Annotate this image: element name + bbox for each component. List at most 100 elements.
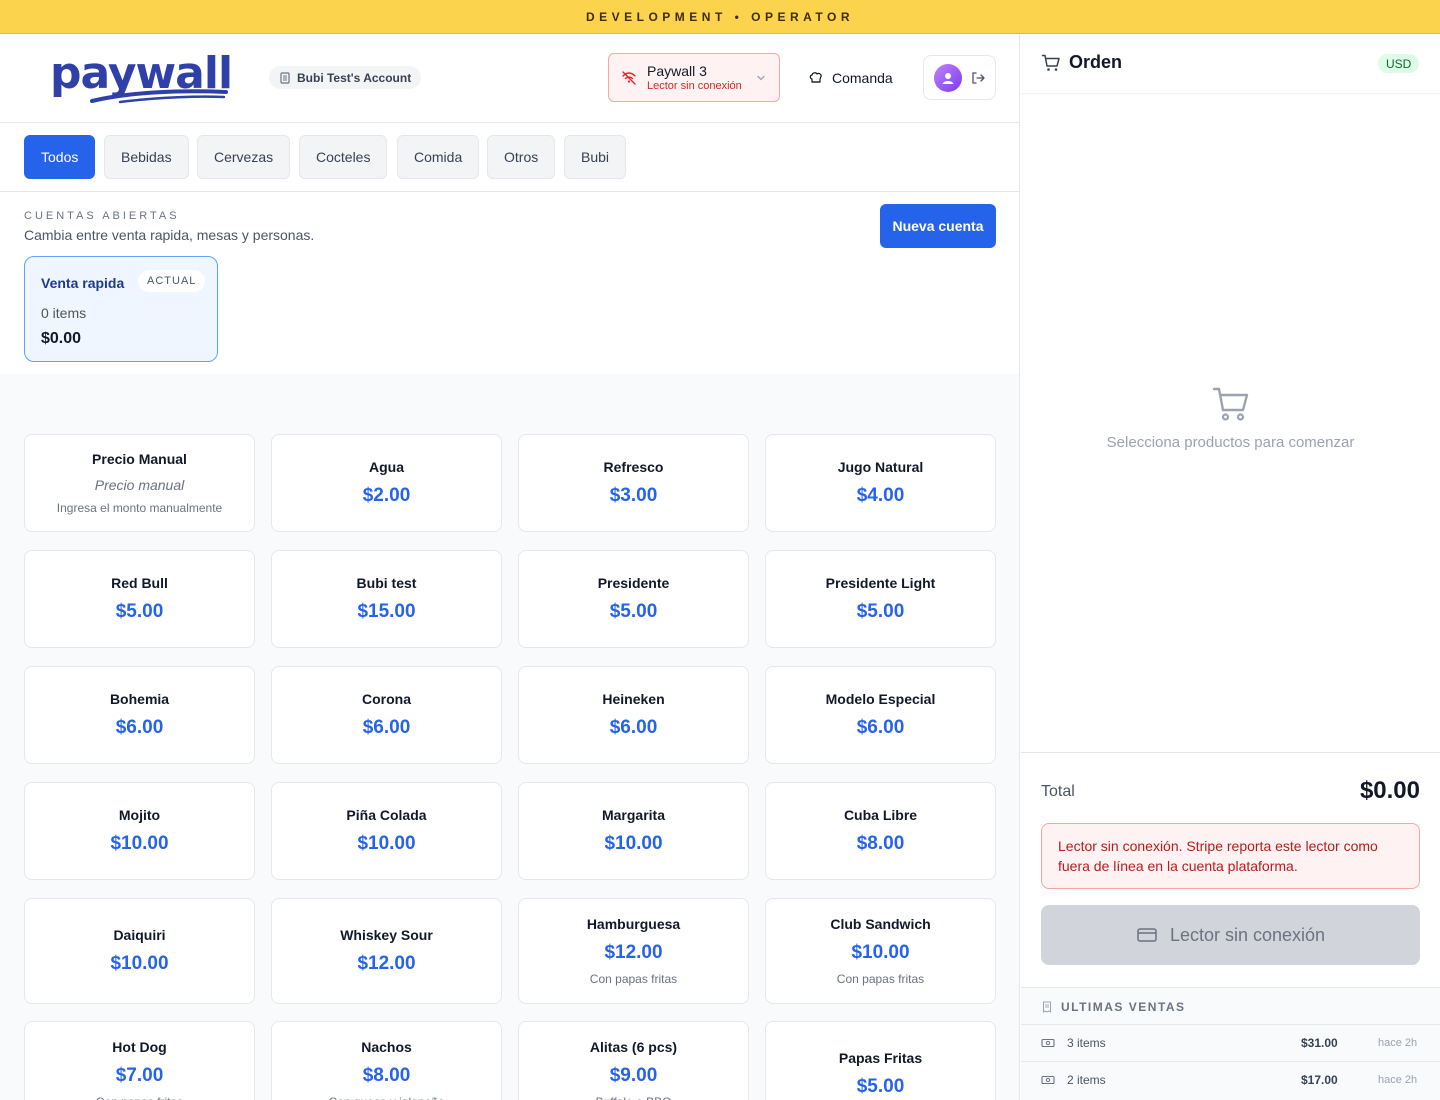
comanda-button[interactable]: Comanda [808, 67, 893, 89]
product-name: Papas Fritas [838, 1050, 923, 1066]
product-card[interactable]: Mojito $10.00 [24, 782, 255, 880]
product-card[interactable]: Modelo Especial $6.00 [765, 666, 996, 764]
product-price: $6.00 [856, 717, 905, 738]
order-panel: Orden USD Selecciona productos para come… [1021, 34, 1440, 1100]
category-tabs: Todos Bebidas Cervezas Cocteles Comida O… [0, 123, 1019, 192]
product-card[interactable]: Hot Dog $7.00 Con papas fritas [24, 1021, 255, 1100]
product-card[interactable]: Presidente $5.00 [518, 550, 749, 648]
account-card-name: Venta rapida [41, 275, 125, 291]
product-name: Bubi test [356, 575, 417, 591]
chevron-down-icon [757, 75, 765, 80]
product-name: Presidente [597, 575, 670, 591]
reader-error-alert: Lector sin conexión. Stripe reporta este… [1041, 823, 1420, 889]
product-description: Buffalo o BBQ [596, 1094, 672, 1100]
product-price: $5.00 [856, 1076, 905, 1097]
product-card[interactable]: Bubi test $15.00 [271, 550, 502, 648]
sale-time: hace 2h [1378, 1036, 1418, 1049]
product-card[interactable]: Agua $2.00 [271, 434, 502, 532]
pay-button[interactable]: Lector sin conexión [1041, 905, 1420, 965]
tab-todos[interactable]: Todos [24, 135, 96, 179]
recent-sales-label: ULTIMAS VENTAS [1061, 1000, 1186, 1014]
product-price: $8.00 [856, 833, 905, 854]
user-icon [942, 72, 953, 84]
product-price: $10.00 [110, 953, 169, 974]
tab-cervezas[interactable]: Cervezas [197, 135, 291, 179]
cart-icon [1041, 54, 1060, 71]
product-name: Margarita [601, 807, 666, 823]
product-card[interactable]: Nachos $8.00 Con queso y jalapeño [271, 1021, 502, 1100]
product-price: $5.00 [856, 601, 905, 622]
open-accounts-subtitle: Cambia entre venta rapida, mesas y perso… [24, 227, 315, 243]
order-summary: Total $0.00 Lector sin conexión. Stripe … [1021, 752, 1440, 1100]
product-card[interactable]: Hamburguesa $12.00 Con papas fritas [518, 898, 749, 1004]
product-name: Daiquiri [113, 927, 166, 943]
logout-icon[interactable] [970, 70, 986, 86]
product-price: $6.00 [362, 717, 411, 738]
product-card[interactable]: Red Bull $5.00 [24, 550, 255, 648]
product-name: Nachos [361, 1039, 412, 1055]
product-card[interactable]: Margarita $10.00 [518, 782, 749, 880]
product-description: Con papas fritas [589, 972, 678, 986]
total-value: $0.00 [1359, 777, 1420, 804]
product-card[interactable]: Whiskey Sour $12.00 [271, 898, 502, 1004]
product-price: $5.00 [115, 601, 164, 622]
product-card[interactable]: Piña Colada $10.00 [271, 782, 502, 880]
account-card-venta-rapida[interactable]: Venta rapida ACTUAL 0 items $0.00 [24, 256, 218, 362]
main-panel: paywall Bubi Test's Account Paywall 3 Le… [0, 34, 1020, 1100]
product-name: Precio Manual [92, 451, 187, 467]
environment-banner: DEVELOPMENT • OPERATOR [0, 0, 1440, 34]
product-grid: Precio Manual Precio manual Ingresa el mon… [0, 374, 1019, 1100]
avatar[interactable] [933, 63, 962, 92]
product-price: $10.00 [604, 833, 663, 854]
product-name: Hot Dog [112, 1039, 167, 1055]
order-title: Orden [1069, 52, 1123, 72]
sale-amount: $31.00 [1301, 1035, 1338, 1050]
current-badge: ACTUAL [138, 270, 206, 292]
product-price: $6.00 [115, 717, 164, 738]
sale-row[interactable]: 3 items $31.00 hace 2h [1021, 1024, 1440, 1060]
product-name: Piña Colada [346, 807, 427, 823]
product-card[interactable]: Papas Fritas $5.00 [765, 1021, 996, 1100]
app-header: paywall Bubi Test's Account Paywall 3 Le… [0, 34, 1019, 123]
sale-amount: $17.00 [1301, 1072, 1338, 1087]
user-menu [923, 55, 996, 100]
credit-card-icon [1137, 928, 1157, 942]
tab-bubi[interactable]: Bubi [564, 135, 627, 179]
product-price: $4.00 [856, 485, 905, 506]
product-price: $10.00 [851, 942, 910, 963]
product-name: Modelo Especial [825, 691, 936, 707]
tab-otros[interactable]: Otros [487, 135, 556, 179]
product-name: Red Bull [111, 575, 168, 591]
tab-comida[interactable]: Comida [397, 135, 480, 179]
product-card[interactable]: Presidente Light $5.00 [765, 550, 996, 648]
empty-order-message: Selecciona productos para comenzar [1106, 434, 1355, 451]
new-account-button[interactable]: Nueva cuenta [880, 204, 996, 248]
product-price: $2.00 [362, 485, 411, 506]
sale-row[interactable]: 2 items $17.00 hace 2h [1021, 1061, 1440, 1097]
chef-hat-icon [809, 72, 822, 83]
open-accounts-label: CUENTAS ABIERTAS [24, 210, 180, 222]
product-card[interactable]: Corona $6.00 [271, 666, 502, 764]
paywall-logo[interactable]: paywall [50, 50, 233, 106]
product-card[interactable]: Heineken $6.00 [518, 666, 749, 764]
tab-cocteles[interactable]: Cocteles [299, 135, 388, 179]
empty-order-state: Selecciona productos para comenzar [1021, 384, 1440, 451]
product-card[interactable]: Daiquiri $10.00 [24, 898, 255, 1004]
product-card[interactable]: Refresco $3.00 [518, 434, 749, 532]
product-card[interactable]: Jugo Natural $4.00 [765, 434, 996, 532]
product-price: $5.00 [609, 601, 658, 622]
account-switcher[interactable]: Bubi Test's Account [269, 66, 422, 89]
product-card[interactable]: Club Sandwich $10.00 Con papas fritas [765, 898, 996, 1004]
reader-name: Paywall 3 [647, 62, 707, 79]
product-card[interactable]: Cuba Libre $8.00 [765, 782, 996, 880]
product-description: Con papas fritas [96, 1094, 183, 1100]
recent-sales-header: ULTIMAS VENTAS [1041, 1000, 1186, 1014]
product-card[interactable]: Precio Manual Precio manual Ingresa el mon… [24, 434, 255, 532]
tab-bebidas[interactable]: Bebidas [104, 135, 189, 179]
reader-selector[interactable]: Paywall 3 Lector sin conexión [608, 53, 780, 102]
product-card[interactable]: Alitas (6 pcs) $9.00 Buffalo o BBQ [518, 1021, 749, 1100]
building-icon [280, 71, 290, 84]
product-card[interactable]: Bohemia $6.00 [24, 666, 255, 764]
open-accounts-section: CUENTAS ABIERTAS Cambia entre venta rapi… [0, 192, 1019, 374]
reader-status: Lector sin conexión [647, 79, 742, 92]
